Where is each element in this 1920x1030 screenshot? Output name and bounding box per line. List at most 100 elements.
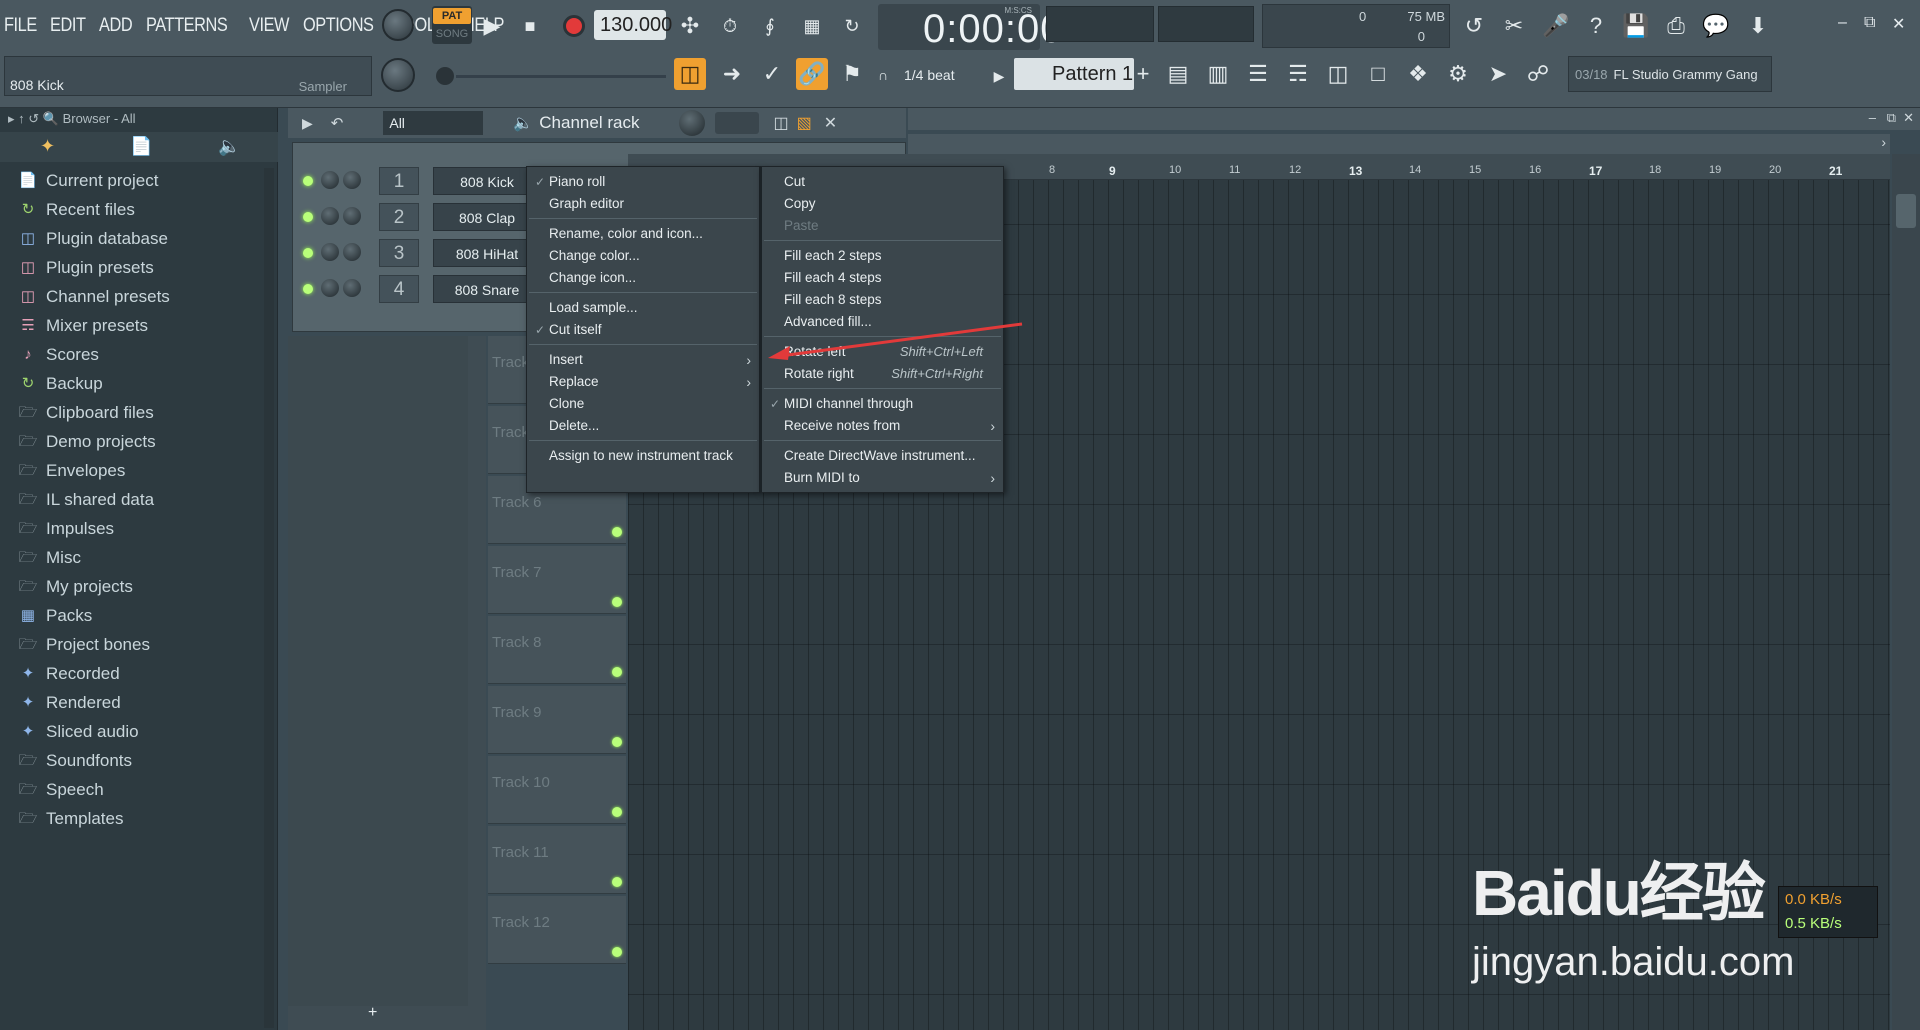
browser-item[interactable]: 🗁 Templates [18,804,276,833]
microphone-icon[interactable]: 🎤 [1540,10,1572,42]
master-pitch-knob[interactable] [381,58,415,92]
channel-mute-led[interactable] [303,176,313,186]
browser-item[interactable]: 🗁 Soundfonts [18,746,276,775]
browser-item[interactable]: ↻ Backup [18,369,276,398]
send-icon[interactable]: ➤ [1482,58,1514,90]
channel-pan-knob[interactable] [321,243,339,261]
pat-song-toggle[interactable]: PAT SONG [432,6,472,44]
graph-icon[interactable]: ◫ [773,113,788,133]
track-enable-led[interactable] [612,947,622,957]
cut-icon[interactable]: ✂ [1498,10,1530,42]
menu-item[interactable]: Rotate right Shift+Ctrl+Right [762,363,1003,385]
menu-item[interactable]: Change icon... [527,267,759,289]
menu-item[interactable]: Rename, color and icon... [527,223,759,245]
browser-item[interactable]: ◫ Plugin presets [18,253,276,282]
menu-options[interactable]: OPTIONS [303,15,374,37]
channel-mute-led[interactable] [303,248,313,258]
menu-item[interactable]: Delete... [527,415,759,437]
pattern-prev-icon[interactable]: ▶ [988,60,1010,92]
playlist-close-icon[interactable]: ✕ [1903,110,1914,126]
track-header[interactable]: Track 7 [488,546,626,614]
scroll-right-icon[interactable]: › [1881,134,1886,150]
channel-filter[interactable]: All [383,111,484,135]
add-pattern-icon[interactable]: + [1132,58,1154,90]
channel-rack-icon[interactable]: ☰ [1242,58,1274,90]
browser-item[interactable]: ▦ Packs [18,601,276,630]
arrow-right-icon[interactable]: ➜ [716,58,748,90]
channel-mute-led[interactable] [303,212,313,222]
menu-patterns[interactable]: PATTERNS [146,15,228,37]
playlist-button[interactable]: ◫ [674,58,706,90]
link-icon[interactable]: 🔗 [796,58,828,90]
channel-volume-knob[interactable] [343,207,361,225]
browser-mode-icon[interactable]: ✦ [40,136,55,157]
channel-mute-led[interactable] [303,284,313,294]
browser-item[interactable]: 🗁 Impulses [18,514,276,543]
add-track-button[interactable]: + [368,1004,377,1022]
channel-mixer-number[interactable]: 3 [379,239,419,267]
menu-item[interactable]: Cut [762,171,1003,193]
track-header[interactable]: Track 8 [488,616,626,684]
magnet-icon[interactable]: ∩ [874,64,892,86]
cart-icon[interactable]: ☍ [1522,58,1554,90]
channel-pan-knob[interactable] [321,171,339,189]
channel-mixer-number[interactable]: 2 [379,203,419,231]
playlist-minimize-icon[interactable]: – [1869,110,1876,125]
news-panel[interactable]: 03/18 FL Studio Grammy Gang [1568,56,1772,92]
track-enable-led[interactable] [612,737,622,747]
menu-item[interactable]: ✓ Piano roll [527,171,759,193]
browser-item[interactable]: 🗁 Envelopes [18,456,276,485]
restore-icon[interactable]: ⧉ [1864,14,1875,32]
channel-mixer-number[interactable]: 4 [379,275,419,303]
browser-item[interactable]: 🗁 IL shared data [18,485,276,514]
menu-item[interactable]: Replace › [527,371,759,393]
browser-item[interactable]: ♪ Scores [18,340,276,369]
rack-steps-field[interactable] [715,112,760,134]
blend-notes-icon[interactable]: ∮ [754,10,786,42]
browser-item[interactable]: ↻ Recent files [18,195,276,224]
track-enable-led[interactable] [612,877,622,887]
channel-volume-knob[interactable] [343,171,361,189]
browser-item[interactable]: ☴ Mixer presets [18,311,276,340]
countdown-icon[interactable]: ⏱ [714,10,746,42]
menu-item[interactable]: ✓ MIDI channel through [762,393,1003,415]
step-edit-icon[interactable]: ▦ [796,10,828,42]
chat-icon[interactable]: 💬 [1700,10,1732,42]
channel-pan-knob[interactable] [321,279,339,297]
channel-name-button[interactable]: 808 Clap [433,203,541,231]
rack-menu-icon[interactable]: ▶ [302,115,313,132]
menu-item[interactable]: Fill each 8 steps [762,289,1003,311]
save-icon[interactable]: 💾 [1620,10,1652,42]
play-icon[interactable]: ▶ [476,10,508,42]
browser-item[interactable]: ◫ Channel presets [18,282,276,311]
rack-swing-knob[interactable] [679,110,706,136]
menu-item[interactable]: Fill each 4 steps [762,267,1003,289]
menu-item[interactable]: Create DirectWave instrument... [762,445,1003,467]
menu-item[interactable]: Copy [762,193,1003,215]
menu-item[interactable]: Load sample... [527,297,759,319]
menu-edit[interactable]: EDIT [50,15,86,37]
channel-name-button[interactable]: 808 HiHat [433,239,541,267]
loop-record-icon[interactable]: ↻ [836,10,868,42]
record-button[interactable] [558,10,590,42]
mixer-icon[interactable]: ☴ [1282,58,1314,90]
pattern-selector[interactable]: Pattern 1 [1014,58,1134,90]
time-display[interactable]: 0:00:00 M:S:CS [878,4,1062,51]
track-enable-led[interactable] [612,597,622,607]
download-icon[interactable]: ⬇ [1742,10,1774,42]
browser-item[interactable]: 🗁 Demo projects [18,427,276,456]
channel-name-button[interactable]: 808 Kick [433,167,541,195]
track-header[interactable]: Track 10 [488,756,626,824]
scroll-thumb[interactable] [1896,194,1916,228]
channel-pan-knob[interactable] [321,207,339,225]
browser-item[interactable]: ◫ Plugin database [18,224,276,253]
render-icon[interactable]: ⎙ [1660,10,1692,42]
steps-icon[interactable]: ▧ [797,113,812,133]
browser-icon[interactable]: ◫ [1322,58,1354,90]
plugin-icon[interactable]: ❖ [1402,58,1434,90]
browser-scrollbar[interactable] [264,168,274,1028]
menu-item[interactable]: Clone [527,393,759,415]
browser-item[interactable]: 🗁 Project bones [18,630,276,659]
menu-file[interactable]: FILE [4,15,37,37]
slider-handle[interactable] [436,67,454,85]
